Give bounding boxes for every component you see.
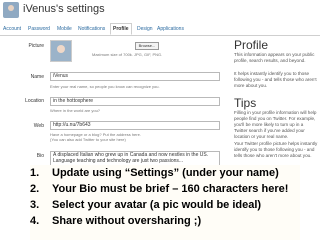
user-avatar bbox=[3, 2, 19, 18]
browse-button[interactable]: Browse... bbox=[135, 42, 159, 50]
tips-heading: Tips bbox=[234, 96, 257, 110]
settings-tabs: Account Password Mobile Notifications Pr… bbox=[0, 23, 320, 36]
tips-text-secondary: Your Twitter profile picture helps insta… bbox=[234, 141, 318, 158]
location-help: Where in the world are you? bbox=[50, 108, 101, 113]
tab-profile[interactable]: Profile bbox=[110, 23, 132, 35]
tab-password[interactable]: Password bbox=[26, 24, 52, 34]
picture-label: Picture bbox=[28, 43, 44, 49]
profile-text-secondary: It helps instantly identify you to those… bbox=[234, 71, 317, 88]
web-label: Web bbox=[33, 123, 44, 129]
web-help-secondary: (You can also add Twitter to your site h… bbox=[50, 137, 126, 142]
location-field[interactable]: in the hottoxphere bbox=[50, 97, 220, 106]
tab-design[interactable]: Design bbox=[135, 24, 155, 34]
instruction-item: 1. Update using “Settings” (under your na… bbox=[30, 167, 279, 179]
tab-account[interactable]: Account bbox=[1, 24, 23, 34]
instruction-item: 4. Share without oversharing ;) bbox=[30, 215, 202, 227]
header-bar: iVenus's settings bbox=[0, 0, 320, 20]
tips-text: Filling in your profile information will… bbox=[234, 110, 317, 139]
profile-text: This information appears on your public … bbox=[234, 52, 315, 63]
tab-notifications[interactable]: Notifications bbox=[76, 24, 107, 34]
profile-picture bbox=[50, 40, 72, 62]
name-help: Enter your real name, so people you know… bbox=[50, 84, 160, 89]
instructions-list: 1. Update using “Settings” (under your na… bbox=[30, 165, 300, 229]
web-field[interactable]: http://u.nu/7b643 bbox=[50, 121, 220, 130]
profile-heading: Profile bbox=[234, 38, 269, 52]
instruction-item: 2. Your Bio must be brief – 160 character… bbox=[30, 183, 289, 195]
tab-applications[interactable]: Applications bbox=[155, 24, 186, 34]
bio-label: Bio bbox=[36, 153, 44, 159]
instruction-item: 3. Select your avatar (a pic would be ide… bbox=[30, 199, 262, 211]
instructions-overlay: 1. Update using “Settings” (under your na… bbox=[30, 165, 300, 240]
name-field[interactable]: iVenus bbox=[50, 72, 220, 81]
location-label: Location bbox=[25, 98, 44, 104]
page-title: iVenus's settings bbox=[23, 3, 105, 15]
tab-mobile[interactable]: Mobile bbox=[55, 24, 74, 34]
picture-help: Maximum size of 700k. JPG, GIF, PNG. bbox=[92, 52, 163, 57]
name-label: Name bbox=[30, 74, 44, 80]
